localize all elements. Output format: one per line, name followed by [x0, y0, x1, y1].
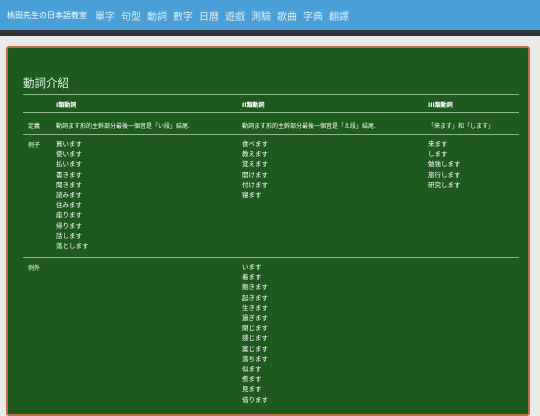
list-item: 着ます [242, 273, 262, 282]
definition-group2: 動詞ます形的主幹部分最後一個音是「え段」結尾. [242, 123, 376, 130]
nav-item-games[interactable]: 遊戲 [225, 8, 245, 23]
nav-item-translate[interactable]: 翻譯 [329, 8, 349, 23]
list-item: 案じます [242, 344, 268, 353]
site-brand[interactable]: 桃田先生の日本語教室 [0, 10, 95, 21]
list-item: 使います [56, 150, 82, 159]
column-header-group2: II類動詞 [242, 102, 265, 109]
list-item: 閉じます [242, 324, 268, 333]
list-item: 開けます [242, 170, 268, 179]
row-label-examples: 例子 [28, 142, 41, 149]
nav-item-songs[interactable]: 歌曲 [277, 8, 297, 23]
nav-item-sentence-patterns[interactable]: 句型 [121, 8, 141, 23]
list-item: 買います [56, 140, 82, 148]
list-item: 付けます [242, 180, 268, 189]
list-item: 払います [56, 160, 82, 169]
examples-group2-list: 食べます 教えます 覚えます 開けます 付けます 寝ます [242, 139, 268, 200]
nav-item-quiz[interactable]: 測驗 [251, 8, 271, 23]
nav-item-verbs[interactable]: 動詞 [147, 8, 167, 23]
list-item: 研究します [428, 180, 461, 189]
list-item: 寝ます [242, 191, 262, 200]
column-header-group3: III類動詞 [428, 102, 453, 109]
nav-item-dictionary[interactable]: 字典 [303, 8, 323, 23]
definition-group1: 動詞ます形的主幹部分最後一個音是「い段」結尾. [56, 123, 190, 130]
list-item: 落ちます [242, 354, 268, 363]
list-item: 似ます [242, 365, 262, 374]
chalkboard-panel: 動詞介紹 I類動詞 II類動詞 III類動詞 定義 動詞ます形的主幹部分最後一個… [6, 46, 530, 416]
list-item: 過ぎます [242, 314, 268, 323]
definition-group3: 「来ます」和「します」 [428, 123, 495, 130]
examples-group1-list: 買います 使います 払います 書きます 聞きます 読みます 住みます 座ります … [56, 139, 89, 251]
list-item: 勉強します [428, 160, 461, 169]
navbar-shadow-band [0, 30, 540, 36]
list-item: います [242, 263, 262, 271]
nav-menu: 單字 句型 動詞 數字 日曆 遊戲 測驗 歌曲 字典 翻譯 [95, 8, 355, 23]
row-label-definition: 定義 [28, 123, 41, 130]
page-title: 動詞介紹 [23, 76, 69, 90]
nav-item-calendar[interactable]: 日曆 [199, 8, 219, 23]
list-item: 聞きます [56, 180, 82, 189]
list-item: 話します [56, 231, 82, 240]
nav-item-numbers[interactable]: 數字 [173, 8, 193, 23]
nav-item-vocabulary[interactable]: 單字 [95, 8, 115, 23]
list-item: 帰ります [56, 221, 82, 230]
list-item: します [428, 150, 448, 159]
list-item: 読みます [56, 191, 82, 200]
list-item: 教えます [242, 150, 268, 159]
table-divider [23, 257, 519, 258]
top-navbar: 桃田先生の日本語教室 單字 句型 動詞 數字 日曆 遊戲 測驗 歌曲 字典 翻譯 [0, 0, 540, 30]
list-item: 見ます [242, 385, 262, 394]
list-item: 煮ます [242, 375, 262, 384]
list-item: 借ります [242, 395, 268, 404]
table-divider [23, 112, 519, 113]
list-item: 起きます [242, 293, 268, 302]
examples-group3-list: 来ます します 勉強します 旅行します 研究します [428, 139, 461, 190]
list-item: 生きます [242, 303, 268, 312]
exceptions-group2-list: います 着ます 飽きます 起きます 生きます 過ぎます 閉じます 感じます 案じ… [242, 262, 268, 405]
list-item: 旅行します [428, 170, 461, 179]
column-header-group1: I類動詞 [56, 102, 77, 109]
list-item: 飽きます [242, 283, 268, 292]
list-item: 落とします [56, 242, 89, 251]
list-item: 書きます [56, 170, 82, 179]
list-item: 覚えます [242, 160, 268, 169]
list-item: 来ます [428, 140, 448, 148]
table-divider [23, 94, 519, 95]
table-divider [23, 134, 519, 135]
list-item: 座ります [56, 211, 82, 220]
list-item: 住みます [56, 201, 82, 210]
row-label-exceptions: 例外 [28, 265, 41, 272]
list-item: 食べます [242, 140, 268, 148]
list-item: 感じます [242, 334, 268, 343]
